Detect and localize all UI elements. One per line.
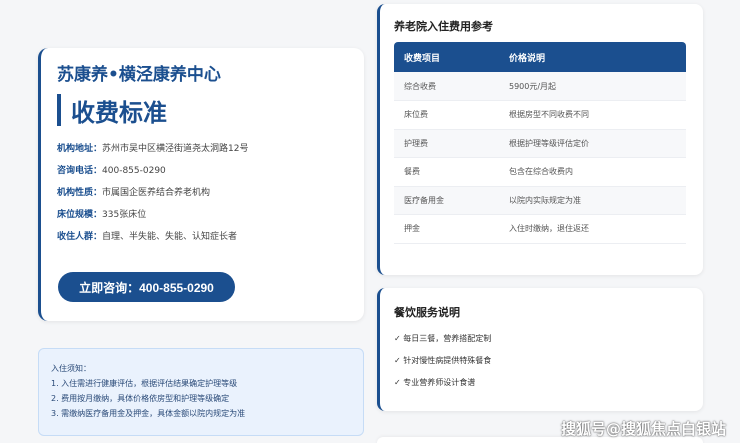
column-header-desc: 价格说明	[499, 42, 686, 72]
detail-value: 400-855-0290	[102, 166, 166, 176]
detail-residents: 收住人群：自理、半失能、失能、认知症长者	[57, 226, 348, 248]
title-accent-bar	[57, 94, 61, 126]
dining-item: ✓ 专业营养师设计食谱	[394, 378, 476, 387]
dining-item: ✓ 针对慢性病提供特殊餐食	[394, 356, 492, 365]
detail-label: 收住人群：	[57, 232, 103, 242]
table-row: 餐费 包含在综合收费内	[394, 157, 686, 187]
details-list: 机构地址：苏州市吴中区横泾街道尧太洞路12号 咨询电话：400-855-0290…	[57, 138, 348, 248]
notice-item: 2. 费用按月缴纳，具体价格依房型和护理等级确定	[51, 394, 230, 403]
detail-value: 335张床位	[102, 210, 147, 220]
table-row: 押金 入住时缴纳，退住返还	[394, 214, 686, 244]
fee-item: 护理费	[394, 129, 499, 158]
table-row: 护理费 根据护理等级评估定价	[394, 129, 686, 158]
watermark: 搜狐号@搜狐焦点白银站	[560, 420, 726, 438]
detail-label: 咨询电话：	[57, 166, 103, 176]
notice-box: 入住须知： 1. 入住需进行健康评估，根据评估结果确定护理等级 2. 费用按月缴…	[38, 348, 364, 436]
fee-item: 餐费	[394, 157, 499, 187]
fee-title: 养老院入住费用参考	[394, 20, 493, 33]
dining-item: ✓ 每日三餐，营养搭配定制	[394, 334, 492, 343]
page-title-wrap: 收费标准	[57, 94, 348, 127]
fee-item: 医疗备用金	[394, 186, 499, 215]
detail-beds: 床位规模：335张床位	[57, 204, 348, 226]
detail-value: 自理、半失能、失能、认知症长者	[102, 232, 238, 242]
detail-address: 机构地址：苏州市吴中区横泾街道尧太洞路12号	[57, 138, 348, 160]
consult-button[interactable]: 立即咨询：400-855-0290	[58, 272, 235, 302]
dining-card: 餐饮服务说明 ✓ 每日三餐，营养搭配定制 ✓ 针对慢性病提供特殊餐食 ✓ 专业营…	[377, 288, 703, 411]
fee-item: 押金	[394, 214, 499, 244]
detail-value: 苏州市吴中区横泾街道尧太洞路12号	[102, 144, 249, 154]
dining-title: 餐饮服务说明	[394, 306, 460, 319]
fee-table-header: 收费项目 价格说明	[394, 42, 686, 72]
detail-phone: 咨询电话：400-855-0290	[57, 160, 348, 182]
page-title: 收费标准	[71, 98, 167, 127]
table-row: 医疗备用金 以院内实际规定为准	[394, 186, 686, 215]
detail-label: 机构地址：	[57, 144, 103, 154]
info-card: 苏康养•横泾康养中心 收费标准 机构地址：苏州市吴中区横泾街道尧太洞路12号 咨…	[38, 48, 364, 321]
fee-item: 床位费	[394, 100, 499, 130]
detail-label: 机构性质：	[57, 188, 103, 198]
table-row: 综合收费 5900元/月起	[394, 72, 686, 101]
notice-item: 1. 入住需进行健康评估，根据评估结果确定护理等级	[51, 379, 238, 388]
fee-table: 收费项目 价格说明 综合收费 5900元/月起 床位费 根据房型不同收费不同 护…	[394, 42, 686, 244]
notice-heading: 入住须知：	[51, 364, 91, 373]
detail-label: 床位规模：	[57, 210, 103, 220]
fee-desc: 入住时缴纳，退住返还	[499, 214, 686, 244]
fee-desc: 根据护理等级评估定价	[499, 129, 686, 158]
fee-desc: 包含在综合收费内	[499, 157, 686, 187]
notice-item: 3. 需缴纳医疗备用金及押金，具体金额以院内规定为准	[51, 409, 246, 418]
column-header-item: 收费项目	[394, 42, 499, 72]
fee-desc: 根据房型不同收费不同	[499, 100, 686, 130]
detail-value: 市属国企医养结合养老机构	[102, 188, 211, 198]
fee-item: 综合收费	[394, 72, 499, 101]
fee-desc: 5900元/月起	[499, 72, 686, 101]
fee-desc: 以院内实际规定为准	[499, 186, 686, 215]
org-name: 苏康养•横泾康养中心	[57, 65, 221, 85]
fee-card: 养老院入住费用参考 收费项目 价格说明 综合收费 5900元/月起 床位费 根据…	[377, 4, 703, 275]
table-row: 床位费 根据房型不同收费不同	[394, 100, 686, 130]
detail-nature: 机构性质：市属国企医养结合养老机构	[57, 182, 348, 204]
